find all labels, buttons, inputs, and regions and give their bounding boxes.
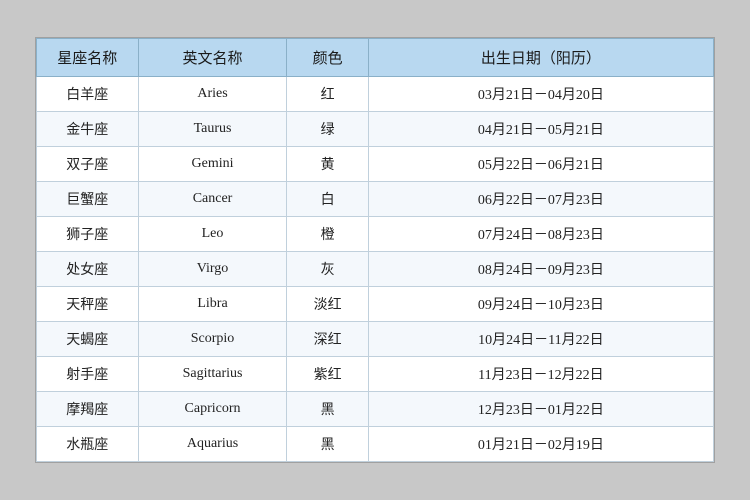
table-row: 金牛座Taurus绿04月21日－05月21日 — [37, 112, 714, 147]
cell-en-name: Aries — [138, 77, 287, 112]
cell-zh-name: 处女座 — [37, 252, 139, 287]
cell-en-name: Capricorn — [138, 392, 287, 427]
cell-date: 05月22日－06月21日 — [368, 147, 713, 182]
cell-color: 紫红 — [287, 357, 368, 392]
cell-en-name: Scorpio — [138, 322, 287, 357]
table-body: 白羊座Aries红03月21日－04月20日金牛座Taurus绿04月21日－0… — [37, 77, 714, 462]
cell-color: 黑 — [287, 427, 368, 462]
cell-color: 淡红 — [287, 287, 368, 322]
cell-en-name: Cancer — [138, 182, 287, 217]
table-row: 处女座Virgo灰08月24日－09月23日 — [37, 252, 714, 287]
cell-zh-name: 摩羯座 — [37, 392, 139, 427]
cell-en-name: Gemini — [138, 147, 287, 182]
cell-zh-name: 巨蟹座 — [37, 182, 139, 217]
table-row: 摩羯座Capricorn黑12月23日－01月22日 — [37, 392, 714, 427]
cell-date: 12月23日－01月22日 — [368, 392, 713, 427]
table-row: 狮子座Leo橙07月24日－08月23日 — [37, 217, 714, 252]
cell-date: 08月24日－09月23日 — [368, 252, 713, 287]
cell-date: 10月24日－11月22日 — [368, 322, 713, 357]
cell-color: 白 — [287, 182, 368, 217]
table-row: 巨蟹座Cancer白06月22日－07月23日 — [37, 182, 714, 217]
cell-date: 01月21日－02月19日 — [368, 427, 713, 462]
cell-color: 绿 — [287, 112, 368, 147]
table-row: 射手座Sagittarius紫红11月23日－12月22日 — [37, 357, 714, 392]
table-row: 天秤座Libra淡红09月24日－10月23日 — [37, 287, 714, 322]
header-zh-name: 星座名称 — [37, 39, 139, 77]
cell-zh-name: 金牛座 — [37, 112, 139, 147]
cell-date: 03月21日－04月20日 — [368, 77, 713, 112]
table-row: 天蝎座Scorpio深红10月24日－11月22日 — [37, 322, 714, 357]
cell-zh-name: 水瓶座 — [37, 427, 139, 462]
cell-en-name: Virgo — [138, 252, 287, 287]
cell-date: 07月24日－08月23日 — [368, 217, 713, 252]
zodiac-table-container: 星座名称 英文名称 颜色 出生日期（阳历） 白羊座Aries红03月21日－04… — [35, 37, 715, 463]
table-row: 水瓶座Aquarius黑01月21日－02月19日 — [37, 427, 714, 462]
cell-date: 11月23日－12月22日 — [368, 357, 713, 392]
header-en-name: 英文名称 — [138, 39, 287, 77]
cell-en-name: Sagittarius — [138, 357, 287, 392]
cell-zh-name: 双子座 — [37, 147, 139, 182]
cell-date: 04月21日－05月21日 — [368, 112, 713, 147]
cell-color: 黑 — [287, 392, 368, 427]
cell-en-name: Libra — [138, 287, 287, 322]
cell-date: 06月22日－07月23日 — [368, 182, 713, 217]
table-header-row: 星座名称 英文名称 颜色 出生日期（阳历） — [37, 39, 714, 77]
cell-zh-name: 天秤座 — [37, 287, 139, 322]
cell-color: 红 — [287, 77, 368, 112]
cell-zh-name: 狮子座 — [37, 217, 139, 252]
cell-date: 09月24日－10月23日 — [368, 287, 713, 322]
cell-zh-name: 射手座 — [37, 357, 139, 392]
cell-color: 黄 — [287, 147, 368, 182]
cell-color: 灰 — [287, 252, 368, 287]
cell-color: 橙 — [287, 217, 368, 252]
cell-en-name: Leo — [138, 217, 287, 252]
header-color: 颜色 — [287, 39, 368, 77]
cell-en-name: Aquarius — [138, 427, 287, 462]
cell-en-name: Taurus — [138, 112, 287, 147]
header-date: 出生日期（阳历） — [368, 39, 713, 77]
zodiac-table: 星座名称 英文名称 颜色 出生日期（阳历） 白羊座Aries红03月21日－04… — [36, 38, 714, 462]
cell-zh-name: 白羊座 — [37, 77, 139, 112]
table-row: 双子座Gemini黄05月22日－06月21日 — [37, 147, 714, 182]
cell-zh-name: 天蝎座 — [37, 322, 139, 357]
cell-color: 深红 — [287, 322, 368, 357]
table-row: 白羊座Aries红03月21日－04月20日 — [37, 77, 714, 112]
